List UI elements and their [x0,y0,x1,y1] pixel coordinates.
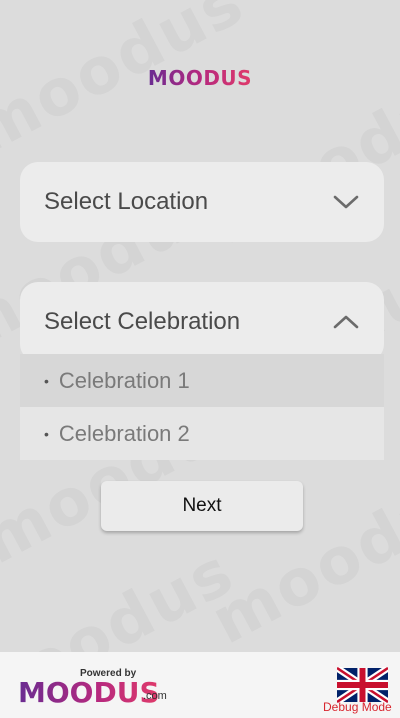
celebration-dropdown[interactable]: Select Celebration [20,282,384,362]
brand-logo-text: MOODUS [147,66,253,90]
footer-domain-text: .com [143,690,167,702]
celebration-option[interactable]: • Celebration 1 [20,354,384,407]
location-dropdown-label: Select Location [44,188,209,215]
top-logo: MOODUS [0,66,400,90]
footer-brand-logo: MOODUS [18,676,160,709]
location-dropdown[interactable]: Select Location [20,162,384,242]
celebration-option-label: Celebration 1 [58,367,190,393]
chevron-down-icon [333,195,359,209]
uk-flag-icon[interactable] [337,667,388,703]
next-button[interactable]: Next [101,481,303,531]
debug-mode-label: Debug Mode [323,700,392,714]
celebration-options-list: • Celebration 1 • Celebration 2 [20,354,384,460]
chevron-up-icon [333,315,359,329]
bullet-icon: • [44,372,49,389]
celebration-dropdown-label: Select Celebration [44,308,241,335]
celebration-option[interactable]: • Celebration 2 [20,407,384,460]
bullet-icon: • [44,425,49,442]
celebration-option-label: Celebration 2 [58,420,190,446]
